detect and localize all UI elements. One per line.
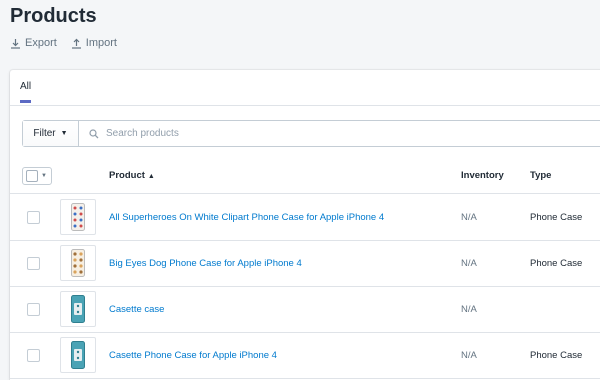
product-thumbnail[interactable]: [60, 291, 96, 327]
column-header-product[interactable]: Product ▲: [109, 170, 155, 181]
table-row: Casette Phone Case for Apple iPhone 4 N/…: [10, 332, 600, 379]
product-header-label: Product: [109, 170, 145, 181]
column-header-type: Type: [530, 170, 552, 181]
phone-case-cassette-icon: [71, 341, 85, 369]
table-header: ▼ Product ▲ Inventory Type: [10, 158, 600, 194]
download-icon: [11, 38, 20, 49]
product-thumbnail[interactable]: [60, 245, 96, 281]
tab-bar: All: [10, 70, 600, 106]
caret-down-icon: ▼: [60, 130, 68, 137]
export-label: Export: [25, 37, 57, 49]
product-name-link[interactable]: All Superheroes On White Clipart Phone C…: [109, 212, 384, 223]
product-name-link[interactable]: Casette Phone Case for Apple iPhone 4: [109, 350, 277, 361]
type-value: Phone Case: [530, 350, 583, 361]
import-button[interactable]: Import: [71, 37, 117, 49]
inventory-value: N/A: [461, 304, 477, 315]
row-checkbox[interactable]: [27, 257, 40, 270]
phone-case-cassette-icon: [71, 295, 85, 323]
filter-label: Filter: [33, 128, 56, 139]
product-name-link[interactable]: Big Eyes Dog Phone Case for Apple iPhone…: [109, 258, 302, 269]
checkbox-box: [26, 170, 38, 182]
product-thumbnail[interactable]: [60, 199, 96, 235]
table-row: All Superheroes On White Clipart Phone C…: [10, 194, 600, 241]
row-checkbox[interactable]: [27, 349, 40, 362]
sort-ascending-icon: ▲: [147, 173, 155, 180]
inventory-value: N/A: [461, 350, 477, 361]
column-header-inventory: Inventory: [461, 170, 504, 181]
phone-case-pattern-icon: [71, 203, 85, 231]
inventory-value: N/A: [461, 212, 477, 223]
export-button[interactable]: Export: [10, 37, 57, 49]
product-name-link[interactable]: Casette case: [109, 304, 164, 315]
filter-button[interactable]: Filter ▼: [23, 121, 79, 146]
table-row: Big Eyes Dog Phone Case for Apple iPhone…: [10, 240, 600, 287]
page-title: Products: [10, 5, 97, 27]
search-icon: [89, 128, 99, 139]
tab-all[interactable]: All: [20, 81, 32, 103]
row-checkbox[interactable]: [27, 211, 40, 224]
upload-icon: [71, 38, 81, 49]
products-card: All Filter ▼ ▼ Product▲ Inventory Type: [10, 70, 600, 380]
page-actions: Export Import: [10, 37, 117, 49]
search-input[interactable]: [104, 127, 600, 140]
select-all-checkbox[interactable]: ▼: [22, 167, 52, 185]
filter-bar: Filter ▼: [22, 120, 600, 147]
inventory-value: N/A: [461, 258, 477, 269]
row-checkbox[interactable]: [27, 303, 40, 316]
type-value: Phone Case: [530, 258, 583, 269]
caret-down-icon: ▼: [41, 173, 47, 179]
import-label: Import: [85, 37, 117, 49]
phone-case-pattern-icon: [71, 249, 85, 277]
type-value: Phone Case: [530, 212, 583, 223]
table-row: Casette case N/A: [10, 286, 600, 333]
